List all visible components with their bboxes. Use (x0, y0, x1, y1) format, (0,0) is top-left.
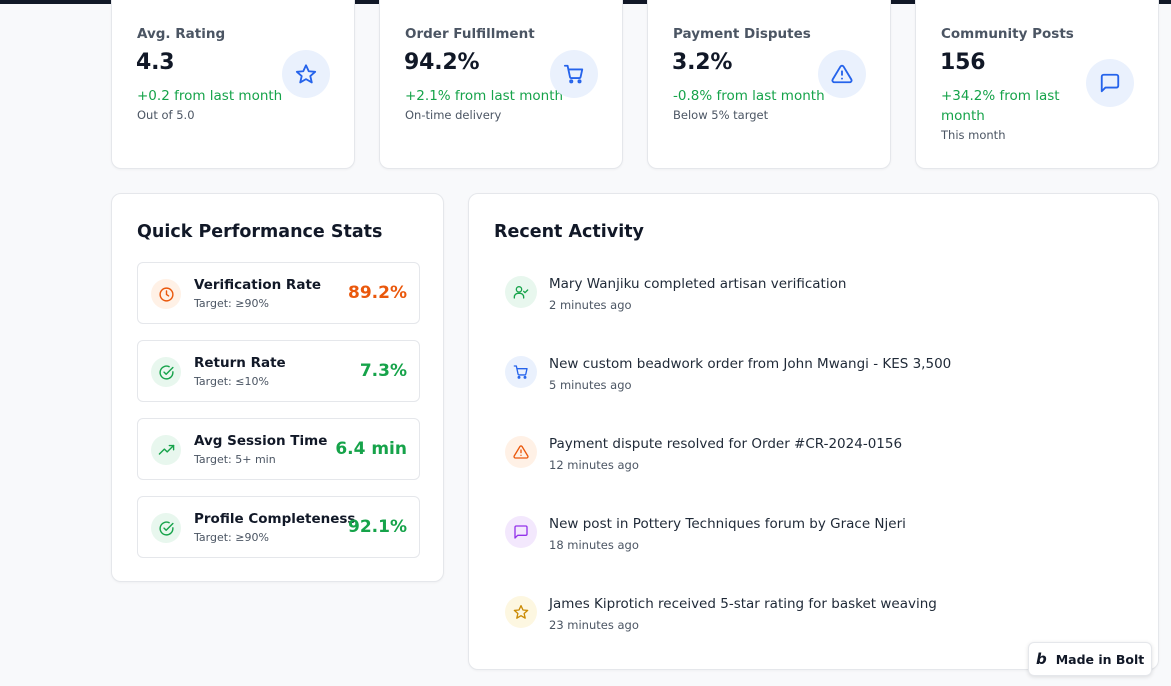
stat-value: 156 (940, 50, 986, 75)
activity-time: 12 minutes ago (549, 458, 639, 472)
perf-row-verification-rate: Verification Rate Target: ≥90% 89.2% (137, 262, 420, 324)
perf-target: Target: ≤10% (194, 375, 269, 388)
activity-item: Mary Wanjiku completed artisan verificat… (505, 276, 1145, 326)
activity-item: Payment dispute resolved for Order #CR-2… (505, 436, 1145, 486)
perf-value: 6.4 min (335, 439, 407, 459)
user-check-icon (505, 276, 537, 308)
stat-sub: Out of 5.0 (137, 108, 195, 122)
stat-change: -0.8% from last month (673, 88, 825, 104)
stat-value: 3.2% (672, 50, 733, 75)
stat-value: 94.2% (404, 50, 480, 75)
perf-name: Verification Rate (194, 277, 322, 293)
activity-time: 18 minutes ago (549, 538, 639, 552)
star-icon (282, 50, 330, 98)
stat-change-line: +34.2% from last (941, 88, 1060, 104)
activity-time: 2 minutes ago (549, 298, 632, 312)
perf-row-return-rate: Return Rate Target: ≤10% 7.3% (137, 340, 420, 402)
perf-row-profile-completeness: Profile Completeness Target: ≥90% 92.1% (137, 496, 420, 558)
activity-text: Mary Wanjiku completed artisan verificat… (549, 276, 847, 292)
stat-change-line: month (941, 108, 985, 124)
check-circle-icon (151, 357, 181, 387)
perf-target: Target: 5+ min (194, 453, 276, 466)
perf-name: Profile Completeness (194, 511, 356, 527)
perf-row-avg-session-time: Avg Session Time Target: 5+ min 6.4 min (137, 418, 420, 480)
bolt-logo-icon: b (1036, 651, 1050, 667)
activity-item: New custom beadwork order from John Mwan… (505, 356, 1145, 406)
stat-sub: On-time delivery (405, 108, 502, 122)
perf-value: 7.3% (359, 361, 407, 381)
stat-label: Avg. Rating (137, 26, 226, 42)
trending-up-icon (151, 435, 181, 465)
perf-target: Target: ≥90% (194, 531, 269, 544)
alert-triangle-icon (818, 50, 866, 98)
cart-icon (550, 50, 598, 98)
activity-time: 23 minutes ago (549, 618, 639, 632)
activity-panel: Recent Activity Mary Wanjiku completed a… (468, 193, 1159, 670)
activity-item: James Kiprotich received 5-star rating f… (505, 596, 1145, 646)
star-icon (505, 596, 537, 628)
stat-card-payment-disputes: Payment Disputes 3.2% -0.8% from last mo… (647, 0, 891, 169)
stat-label: Community Posts (941, 26, 1074, 42)
activity-text: New custom beadwork order from John Mwan… (549, 356, 952, 372)
stat-card-order-fulfillment: Order Fulfillment 94.2% +2.1% from last … (379, 0, 623, 169)
message-square-icon (1086, 59, 1134, 107)
activity-text: New post in Pottery Techniques forum by … (549, 516, 906, 532)
alert-triangle-icon (505, 436, 537, 468)
clock-icon (151, 279, 181, 309)
stat-sub: Below 5% target (673, 108, 769, 122)
perf-target: Target: ≥90% (194, 297, 269, 310)
performance-panel: Quick Performance Stats Verification Rat… (111, 193, 444, 582)
stat-card-community-posts: Community Posts 156 +34.2% from last mon… (915, 0, 1159, 169)
panel-title: Quick Performance Stats (137, 222, 383, 242)
message-square-icon (505, 516, 537, 548)
perf-name: Avg Session Time (194, 433, 328, 449)
check-circle-icon (151, 513, 181, 543)
panel-title: Recent Activity (494, 222, 644, 242)
activity-time: 5 minutes ago (549, 378, 632, 392)
stat-sub: This month (941, 128, 1006, 142)
perf-value: 89.2% (348, 283, 407, 303)
activity-text: James Kiprotich received 5-star rating f… (549, 596, 937, 612)
perf-name: Return Rate (194, 355, 286, 371)
activity-item: New post in Pottery Techniques forum by … (505, 516, 1145, 566)
activity-text: Payment dispute resolved for Order #CR-2… (549, 436, 903, 452)
stat-label: Payment Disputes (673, 26, 811, 42)
perf-value: 92.1% (348, 517, 407, 537)
svg-text:b: b (1036, 651, 1047, 667)
cart-icon (505, 356, 537, 388)
stat-label: Order Fulfillment (405, 26, 535, 42)
made-in-bolt-badge[interactable]: b Made in Bolt (1028, 642, 1152, 676)
badge-label: Made in Bolt (1055, 651, 1145, 667)
stat-card-avg-rating: Avg. Rating 4.3 +0.2 from last month Out… (111, 0, 355, 169)
stat-value: 4.3 (136, 50, 175, 75)
stat-change: +0.2 from last month (137, 88, 283, 104)
stat-change: +2.1% from last month (405, 88, 564, 104)
stat-change: +34.2% from last month (941, 86, 1060, 126)
